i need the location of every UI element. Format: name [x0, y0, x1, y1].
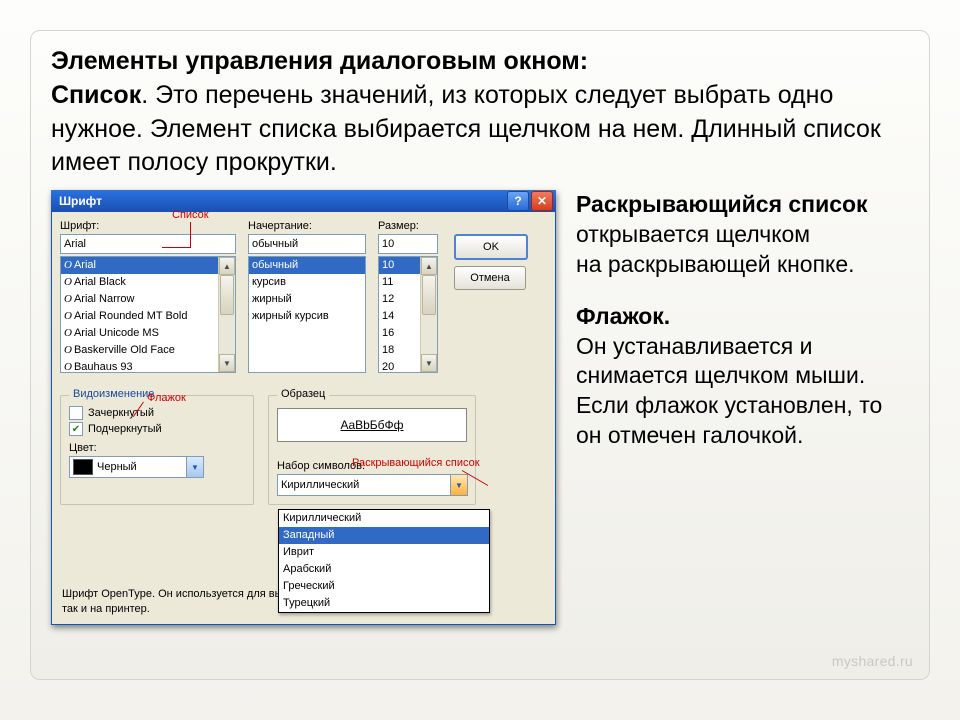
underline-checkbox[interactable]: ✔Подчеркнутый: [69, 422, 245, 436]
font-field[interactable]: Arial: [60, 234, 236, 254]
watermark: myshared.ru: [832, 653, 913, 669]
right-text: Раскрывающийся список открывается щелчко…: [576, 190, 909, 625]
headline-bold1: Элементы управления диалоговым окном:: [51, 47, 588, 75]
charset-dropdown[interactable]: Кириллический ▼: [277, 474, 468, 496]
dialog-title: Шрифт: [59, 194, 505, 208]
ok-button[interactable]: OK: [454, 234, 528, 260]
callout-list: Список: [172, 209, 209, 221]
callout-list-line2: [162, 247, 191, 248]
list-item[interactable]: Турецкий: [279, 595, 489, 612]
list-item[interactable]: OArial Narrow: [61, 291, 235, 308]
list-item[interactable]: обычный: [249, 257, 365, 274]
color-dropdown[interactable]: Черный ▼: [69, 456, 204, 478]
color-swatch: [73, 459, 93, 475]
list-item[interactable]: курсив: [249, 274, 365, 291]
size-listbox[interactable]: 10 11 12 14 16 18 20 ▲ ▼: [378, 256, 438, 373]
sample-group-title: Образец: [277, 388, 329, 400]
list-item[interactable]: OArial Black: [61, 274, 235, 291]
help-button[interactable]: ?: [507, 191, 529, 211]
cancel-button[interactable]: Отмена: [454, 266, 526, 290]
charset-list-popup[interactable]: Кириллический Западный Иврит Арабский Гр…: [278, 509, 490, 613]
font-listbox[interactable]: OArial OArial Black OArial Narrow OArial…: [60, 256, 236, 373]
dialog-titlebar[interactable]: Шрифт ? ✕: [51, 190, 556, 212]
style-label: Начертание:: [248, 220, 366, 232]
list-item[interactable]: Иврит: [279, 544, 489, 561]
chevron-down-icon[interactable]: ▼: [186, 457, 203, 477]
list-item[interactable]: Западный: [279, 527, 489, 544]
style-field[interactable]: обычный: [248, 234, 366, 254]
headline-bold2: Список: [51, 81, 141, 109]
color-label: Цвет:: [69, 442, 245, 454]
headline-rest: . Это перечень значений, из которых след…: [51, 81, 881, 177]
scroll-up-icon[interactable]: ▲: [421, 257, 437, 275]
scroll-thumb[interactable]: [220, 275, 234, 315]
style-listbox[interactable]: обычный курсив жирный жирный курсив: [248, 256, 366, 373]
chevron-down-icon[interactable]: ▼: [450, 475, 467, 495]
sample-text: AaBbБбФф: [277, 408, 467, 442]
font-dialog: Шрифт ? ✕ Список Шрифт: Arial OArial OAr…: [51, 190, 556, 625]
list-item[interactable]: жирный курсив: [249, 308, 365, 325]
font-label: Шрифт:: [60, 220, 236, 232]
scroll-thumb[interactable]: [422, 275, 436, 315]
list-item[interactable]: OArial Rounded MT Bold: [61, 308, 235, 325]
list-item[interactable]: Греческий: [279, 578, 489, 595]
strikethrough-checkbox[interactable]: Зачеркнутый: [69, 406, 245, 420]
scroll-down-icon[interactable]: ▼: [219, 354, 235, 372]
size-field[interactable]: 10: [378, 234, 438, 254]
list-item[interactable]: OArial: [61, 257, 235, 274]
list-item[interactable]: Кириллический: [279, 510, 489, 527]
scrollbar[interactable]: ▲ ▼: [420, 257, 437, 372]
size-label: Размер:: [378, 220, 438, 232]
close-button[interactable]: ✕: [531, 191, 553, 211]
effects-group-title: Видоизменение: [69, 388, 158, 400]
callout-list-line: [190, 222, 191, 247]
list-item[interactable]: жирный: [249, 291, 365, 308]
scroll-down-icon[interactable]: ▼: [421, 354, 437, 372]
scroll-up-icon[interactable]: ▲: [219, 257, 235, 275]
callout-dropdown: Раскрывающийся список: [352, 457, 480, 469]
callout-checkbox: Флажок: [147, 392, 186, 404]
list-item[interactable]: OArial Unicode MS: [61, 325, 235, 342]
list-item[interactable]: OBauhaus 93: [61, 359, 235, 373]
scrollbar[interactable]: ▲ ▼: [218, 257, 235, 372]
list-item[interactable]: Арабский: [279, 561, 489, 578]
list-item[interactable]: OBaskerville Old Face: [61, 342, 235, 359]
headline: Элементы управления диалоговым окном: Сп…: [51, 45, 909, 180]
